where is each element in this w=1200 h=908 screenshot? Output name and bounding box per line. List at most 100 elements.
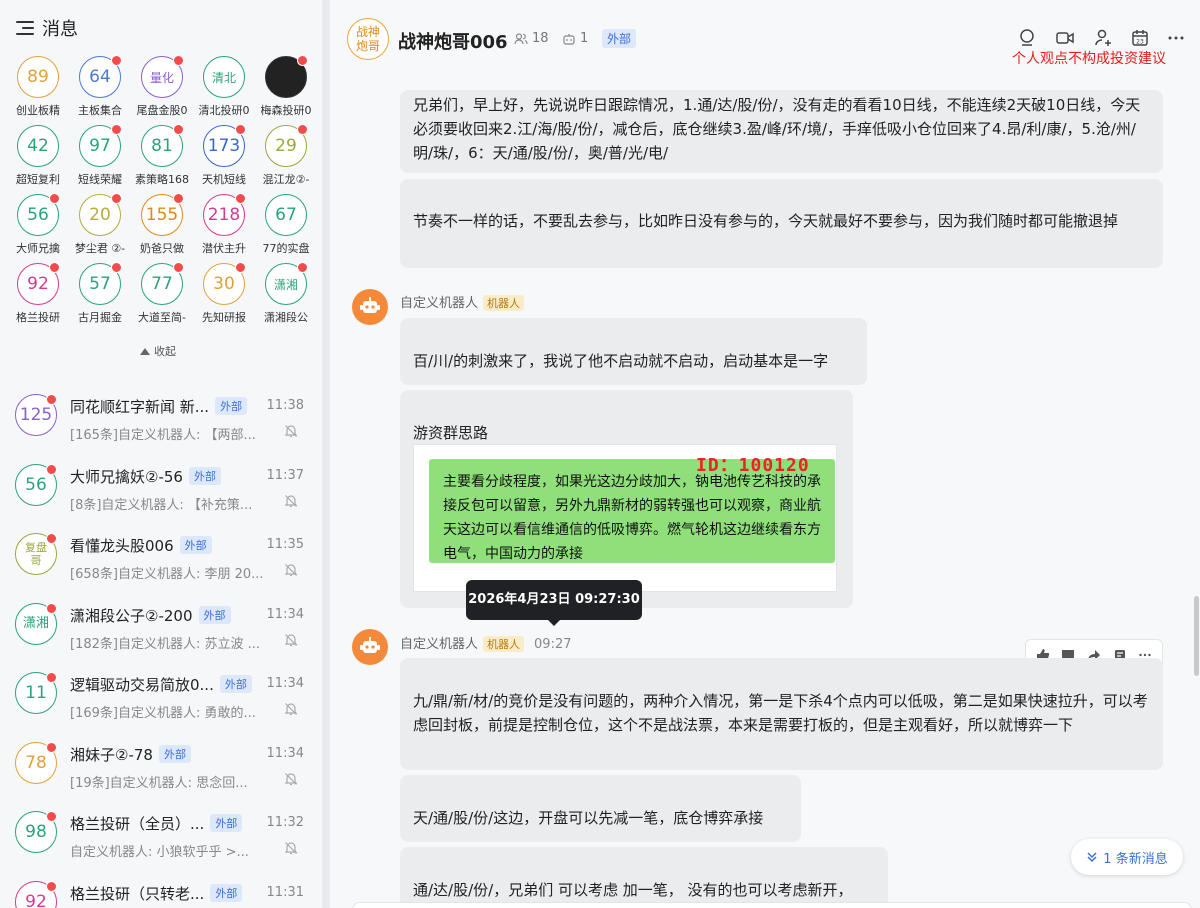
message-bubble[interactable]: 兄弟们，早上好，先说说昨日跟踪情况，1.通/达/股/份/，没有走的看看10日线，… bbox=[400, 90, 1163, 173]
search-chat-icon[interactable] bbox=[1018, 28, 1038, 48]
chat-preview: [19条]自定义机器人: 思念回... bbox=[70, 775, 248, 791]
pinned-group-item[interactable]: 89 创业板精 bbox=[8, 56, 70, 122]
chat-name-line: 格兰投研（全员）... 外部 bbox=[70, 813, 243, 834]
message-bubble[interactable]: 通/达/股/份/，兄弟们 可以考虑 加一笔， 没有的也可以考虑新开， bbox=[400, 847, 888, 908]
sidebar-title: 消息 bbox=[42, 19, 78, 40]
member-count[interactable]: 18 bbox=[514, 31, 549, 46]
group-label: 主板集合 bbox=[78, 104, 122, 117]
image-attachment[interactable]: 主要看分歧程度，如果光这边分歧加大，钠电池传艺科技的承接反包可以留意，另外九鼎新… bbox=[413, 444, 837, 592]
more-options-icon[interactable] bbox=[1166, 28, 1186, 48]
chat-name-line: 看懂龙头股006 外部 bbox=[70, 535, 212, 556]
mute-bell-icon bbox=[284, 633, 298, 646]
group-avatar: 97 bbox=[79, 124, 122, 167]
pinned-group-item[interactable]: 量化 尾盘金股0 bbox=[132, 55, 194, 122]
group-avatar-text: 57 bbox=[89, 274, 111, 294]
message-input-area[interactable] bbox=[352, 902, 1192, 908]
pinned-group-item[interactable]: 173 天机短线 bbox=[194, 124, 256, 191]
chat-avatar-text: 98 bbox=[25, 822, 47, 842]
chat-list-item[interactable]: 125 同花顺红字新闻 新... 外部 11:38 [165条]自定义机器人: 【两部.… bbox=[0, 380, 322, 450]
message-bubble[interactable]: 百/川/的刺激来了，我说了他不启动就不启动，启动基本是一字 bbox=[400, 318, 867, 385]
pinned-group-item[interactable]: 57 古月掘金 bbox=[70, 262, 132, 329]
sender-name[interactable]: 自定义机器人 bbox=[400, 637, 478, 652]
chat-name-line: 逻辑驱动交易简放0... 外部 bbox=[70, 674, 252, 695]
pinned-group-item[interactable]: 92 格兰投研 bbox=[8, 262, 70, 329]
message-bubble[interactable]: 天/通/股/份/这边，开盘可以先减一笔，底仓博弈承接 bbox=[400, 775, 801, 842]
chat-preview: [165条]自定义机器人: 【两部... bbox=[70, 428, 256, 443]
chat-time: 11:34 bbox=[266, 606, 304, 622]
chat-list-item[interactable]: 98 格兰投研（全员）... 外部 11:32 自定义机器人: 小狼软乎乎 >... bbox=[0, 797, 322, 867]
unread-dot bbox=[111, 55, 122, 66]
pinned-group-item[interactable]: 潇湘 潇湘段公 bbox=[256, 262, 318, 329]
image-id-watermark: ID：100120 bbox=[696, 455, 810, 476]
group-avatar[interactable]: 战神炮哥 bbox=[347, 18, 389, 60]
chat-list-item[interactable]: 复盘哥 看懂龙头股006 外部 11:35 [658条]自定义机器人: 李朋 20... bbox=[0, 519, 322, 589]
robot-avatar[interactable] bbox=[352, 629, 388, 665]
new-message-button[interactable]: 1 条新消息 bbox=[1071, 839, 1183, 875]
group-label: 超短复利 bbox=[16, 173, 60, 186]
robot-tag: 机器人 bbox=[483, 636, 525, 652]
chat-scrollbar[interactable] bbox=[1194, 596, 1199, 676]
chat-time: 11:31 bbox=[266, 884, 304, 900]
bot-icon bbox=[563, 33, 575, 45]
chat-avatar-text: 125 bbox=[19, 405, 53, 425]
chat-list-item[interactable]: 56 大师兄擒妖②-56 外部 11:37 [8条]自定义机器人: 【补充策... bbox=[0, 450, 322, 520]
chat-list-item[interactable]: 11 逻辑驱动交易简放0... 外部 11:34 [169条]自定义机器人: 勇敢的..… bbox=[0, 658, 322, 728]
unread-dot bbox=[173, 262, 184, 273]
group-avatar-text: 77 bbox=[151, 274, 173, 294]
pinned-group-item[interactable]: 20 梦尘君 ②- bbox=[70, 193, 132, 260]
group-avatar-text: 92 bbox=[27, 274, 49, 294]
chat-name-line: 格兰投研（只转老... 外部 bbox=[70, 883, 243, 904]
sender-line: 自定义机器人 机器人 09:27 bbox=[400, 633, 571, 652]
group-avatar-text: 30 bbox=[213, 274, 235, 294]
chat-name: 潇湘段公子②-200 bbox=[70, 606, 193, 625]
group-label: 大道至简- bbox=[138, 311, 186, 324]
group-label: 素策略168 bbox=[135, 173, 189, 186]
mute-bell-icon bbox=[284, 564, 298, 577]
group-title[interactable]: 战神炮哥006 bbox=[398, 28, 508, 54]
group-avatar: 42 bbox=[17, 125, 59, 167]
panel-divider[interactable] bbox=[322, 0, 330, 908]
pinned-group-item[interactable]: 30 先知研报 bbox=[194, 262, 256, 329]
pinned-group-item[interactable]: 77 大道至简- bbox=[132, 262, 194, 329]
collapse-button[interactable]: 收起 bbox=[140, 343, 176, 359]
group-label: 古月掘金 bbox=[78, 311, 122, 324]
sender-name[interactable]: 自定义机器人 bbox=[400, 296, 478, 311]
menu-toggle-icon[interactable] bbox=[16, 21, 34, 35]
robot-avatar[interactable] bbox=[352, 289, 388, 325]
group-label: 尾盘金股0 bbox=[136, 104, 188, 117]
unread-dot bbox=[111, 193, 122, 204]
pinned-group-item[interactable]: 64 主板集合 bbox=[70, 55, 132, 122]
group-avatar: 173 bbox=[203, 124, 246, 167]
external-tag: 外部 bbox=[210, 883, 243, 902]
pinned-group-item[interactable]: 218 潜伏主升 bbox=[194, 193, 256, 260]
chat-list-item[interactable]: 潇湘 潇湘段公子②-200 外部 11:34 [182条]自定义机器人: 苏立波 ... bbox=[0, 589, 322, 659]
bot-count[interactable]: 1 bbox=[562, 31, 588, 46]
pinned-group-item[interactable]: 97 短线荣耀 bbox=[70, 124, 132, 191]
pinned-group-item[interactable]: 81 素策略168 bbox=[132, 124, 194, 191]
video-call-icon[interactable] bbox=[1055, 28, 1075, 48]
message-bubble[interactable]: 节奏不一样的话，不要乱去参与，比如昨日没有参与的，今天就最好不要参与，因为我们随… bbox=[400, 179, 1163, 268]
calendar-icon[interactable]: 23 bbox=[1130, 28, 1150, 48]
robot-tag: 机器人 bbox=[483, 295, 525, 311]
chat-list-item[interactable]: 92 格兰投研（只转老... 外部 11:31 bbox=[0, 867, 322, 908]
pinned-group-item[interactable]: 155 奶爸只做 bbox=[132, 193, 194, 260]
pinned-group-item[interactable]: 梅森投研0 bbox=[256, 55, 318, 122]
group-label: 大师兄擒 bbox=[16, 242, 60, 255]
chat-name-line: 同花顺红字新闻 新... 外部 bbox=[70, 396, 248, 417]
unread-dot bbox=[111, 262, 122, 273]
group-avatar: 清北 bbox=[203, 56, 245, 98]
chat-list-item[interactable]: 78 湘妹子②-78 外部 11:34 [19条]自定义机器人: 思念回... bbox=[0, 728, 322, 798]
message-bubble[interactable]: 九/鼎/新/材/的竞价是没有问题的，两种介入情况，第一是下杀4个点内可以低吸，第… bbox=[400, 658, 1163, 770]
pinned-group-item[interactable]: 29 混江龙②- bbox=[256, 124, 318, 191]
pinned-group-item[interactable]: 67 77的实盘 bbox=[256, 194, 318, 260]
pinned-group-item[interactable]: 56 大师兄擒 bbox=[8, 193, 70, 260]
robot-icon bbox=[360, 297, 380, 313]
pinned-group-item[interactable]: 42 超短复利 bbox=[8, 125, 70, 191]
pinned-group-item[interactable]: 清北 清北投研0 bbox=[194, 56, 256, 122]
chat-avatar: 11 bbox=[15, 672, 57, 714]
add-member-icon[interactable] bbox=[1094, 28, 1114, 48]
chat-avatar: 56 bbox=[15, 463, 57, 506]
group-avatar: 64 bbox=[79, 55, 122, 98]
group-avatar: 89 bbox=[17, 56, 59, 98]
chat-avatar: 125 bbox=[15, 394, 57, 436]
